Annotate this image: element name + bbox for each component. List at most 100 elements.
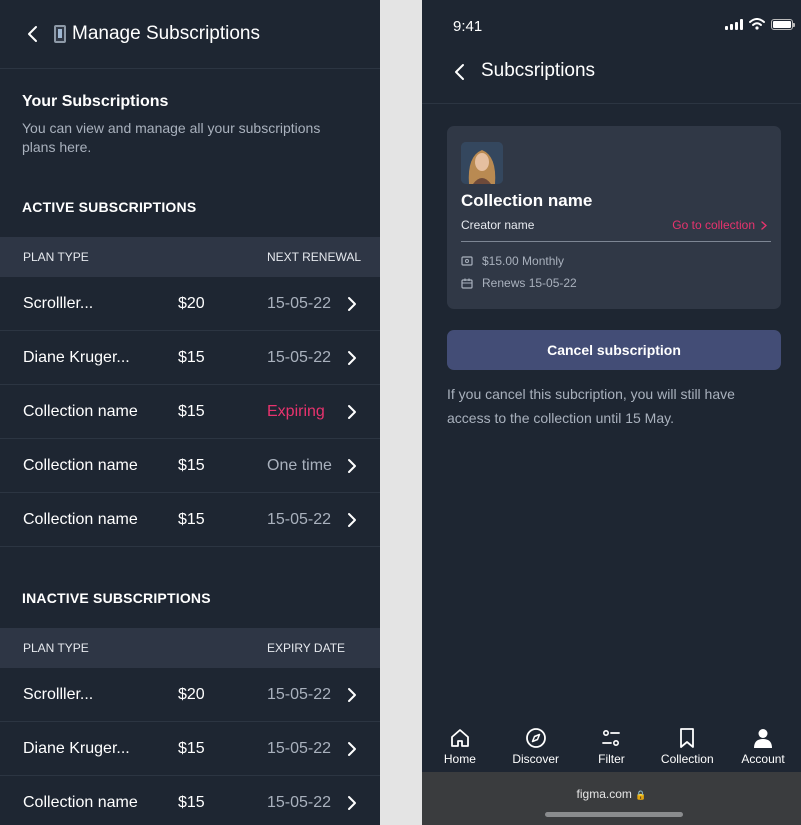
plan-price: $15 <box>178 349 205 366</box>
chevron-right-icon[interactable] <box>347 404 357 420</box>
plan-date: 15-05-22 <box>267 794 332 811</box>
plan-price: $15 <box>178 457 205 474</box>
nav-bar: Subcsriptions <box>422 52 801 104</box>
chevron-right-icon <box>761 220 767 230</box>
divider <box>461 241 771 242</box>
plan-name: Collection name <box>23 403 138 420</box>
tab-discover[interactable]: Discover <box>501 720 571 766</box>
signal-icon <box>725 18 743 30</box>
ticket-icon <box>461 256 473 266</box>
chevron-right-icon[interactable] <box>347 795 357 811</box>
collection-avatar <box>461 142 503 184</box>
cancel-subscription-button[interactable]: Cancel subscription <box>447 330 781 370</box>
renew-text: Renews 15-05-22 <box>482 276 577 290</box>
back-chevron-icon[interactable] <box>26 24 40 44</box>
tab-discover-label: Discover <box>512 752 560 766</box>
plan-name: Collection name <box>23 794 138 811</box>
tab-collection[interactable]: Collection <box>652 720 722 766</box>
tab-filter-label: Filter <box>598 752 625 766</box>
active-table-header: PLAN TYPE NEXT RENEWAL <box>0 237 380 277</box>
subscription-card: Collection name Creator name Go to colle… <box>447 126 781 309</box>
filter-icon <box>602 729 621 747</box>
chevron-right-icon[interactable] <box>347 741 357 757</box>
plan-price: $15 <box>178 740 205 757</box>
plan-date: 15-05-22 <box>267 740 332 757</box>
intro-heading: Your Subscriptions <box>22 93 169 110</box>
status-bar: 9:41 <box>422 0 801 52</box>
top-bar: Manage Subscriptions <box>0 0 380 69</box>
tab-filter[interactable]: Filter <box>576 720 646 766</box>
lock-icon: 🔒 <box>635 790 647 800</box>
go-to-collection-link[interactable]: Go to collection <box>672 218 767 232</box>
page-title: Subcsriptions <box>481 60 596 81</box>
active-subscriptions-heading: ACTIVE SUBSCRIPTIONS <box>22 199 197 215</box>
chevron-right-icon[interactable] <box>347 687 357 703</box>
plan-price: $15 <box>178 511 205 528</box>
tab-account-label: Account <box>741 752 785 766</box>
table-row[interactable]: Collection name $15 One time <box>0 439 380 493</box>
active-subscriptions-list: Scrolller... $20 15-05-22 Diane Kruger... $1… <box>0 277 380 547</box>
plan-date: One time <box>267 457 332 474</box>
page-title: Manage Subscriptions <box>54 23 260 45</box>
tab-collection-label: Collection <box>660 752 714 766</box>
plan-date: 15-05-22 <box>267 511 332 528</box>
plan-price: $20 <box>178 686 205 703</box>
table-row[interactable]: Collection name $15 15-05-22 <box>0 776 380 825</box>
collection-name: Collection name <box>461 191 593 210</box>
subscription-detail-screen: 9:41 Subcsriptions Collection name Creat… <box>422 0 801 825</box>
url-text: figma.com <box>576 787 632 801</box>
plan-price: $20 <box>178 295 205 312</box>
table-row[interactable]: Collection name $15 15-05-22 <box>0 493 380 547</box>
calendar-icon <box>461 278 473 289</box>
chevron-right-icon[interactable] <box>347 458 357 474</box>
price-text: $15.00 Monthly <box>482 254 565 268</box>
table-row[interactable]: Diane Kruger... $15 15-05-22 <box>0 722 380 776</box>
inactive-table-header: PLAN TYPE EXPIRY DATE <box>0 628 380 668</box>
plan-name: Scrolller... <box>23 686 94 703</box>
price-line: $15.00 Monthly <box>461 254 564 268</box>
chevron-right-icon[interactable] <box>347 350 357 366</box>
url-bar[interactable]: figma.com 🔒 <box>422 787 801 801</box>
cancel-note: If you cancel this subcription, you will… <box>447 386 735 426</box>
tab-account[interactable]: Account <box>728 720 798 766</box>
renew-line: Renews 15-05-22 <box>461 276 577 290</box>
phone-icon <box>54 25 66 43</box>
plan-date: 15-05-22 <box>267 686 332 703</box>
chevron-right-icon[interactable] <box>347 296 357 312</box>
intro: Your Subscriptions You can view and mana… <box>0 69 380 157</box>
battery-icon <box>771 18 795 30</box>
table-row[interactable]: Collection name $15 Expiring <box>0 385 380 439</box>
col-plan-type: PLAN TYPE <box>23 641 89 655</box>
tab-home[interactable]: Home <box>425 720 495 766</box>
col-expiry-date: EXPIRY DATE <box>267 641 346 655</box>
plan-name: Collection name <box>23 457 138 474</box>
wifi-icon <box>749 18 765 30</box>
back-chevron-icon[interactable] <box>453 62 467 82</box>
table-row[interactable]: Diane Kruger... $15 15-05-22 <box>0 331 380 385</box>
col-next-renewal: NEXT RENEWAL <box>267 250 362 264</box>
compass-icon <box>525 728 546 748</box>
home-icon <box>450 729 469 747</box>
bookmark-icon <box>680 728 695 748</box>
chevron-right-icon[interactable] <box>347 512 357 528</box>
plan-name: Collection name <box>23 511 138 528</box>
tab-home-label: Home <box>443 752 476 766</box>
col-plan-type: PLAN TYPE <box>23 250 89 264</box>
home-indicator <box>545 812 683 817</box>
plan-name: Diane Kruger... <box>23 349 130 366</box>
inactive-subscriptions-list: Scrolller... $20 15-05-22 Diane Kruger... $1… <box>0 668 380 825</box>
tab-bar: Home Discover Filter Collection Account <box>422 720 801 772</box>
plan-date: Expiring <box>267 403 325 420</box>
manage-subscriptions-screen: Manage Subscriptions Your Subscriptions … <box>0 0 380 825</box>
plan-date: 15-05-22 <box>267 295 332 312</box>
status-time: 9:41 <box>453 18 483 35</box>
plan-price: $15 <box>178 794 205 811</box>
table-row[interactable]: Scrolller... $20 15-05-22 <box>0 668 380 722</box>
plan-date: 15-05-22 <box>267 349 332 366</box>
plan-price: $15 <box>178 403 205 420</box>
plan-name: Diane Kruger... <box>23 740 130 757</box>
browser-bar: figma.com 🔒 <box>422 772 801 825</box>
page-title-text: Manage Subscriptions <box>72 23 260 44</box>
intro-text: You can view and manage all your subscri… <box>22 120 321 155</box>
table-row[interactable]: Scrolller... $20 15-05-22 <box>0 277 380 331</box>
